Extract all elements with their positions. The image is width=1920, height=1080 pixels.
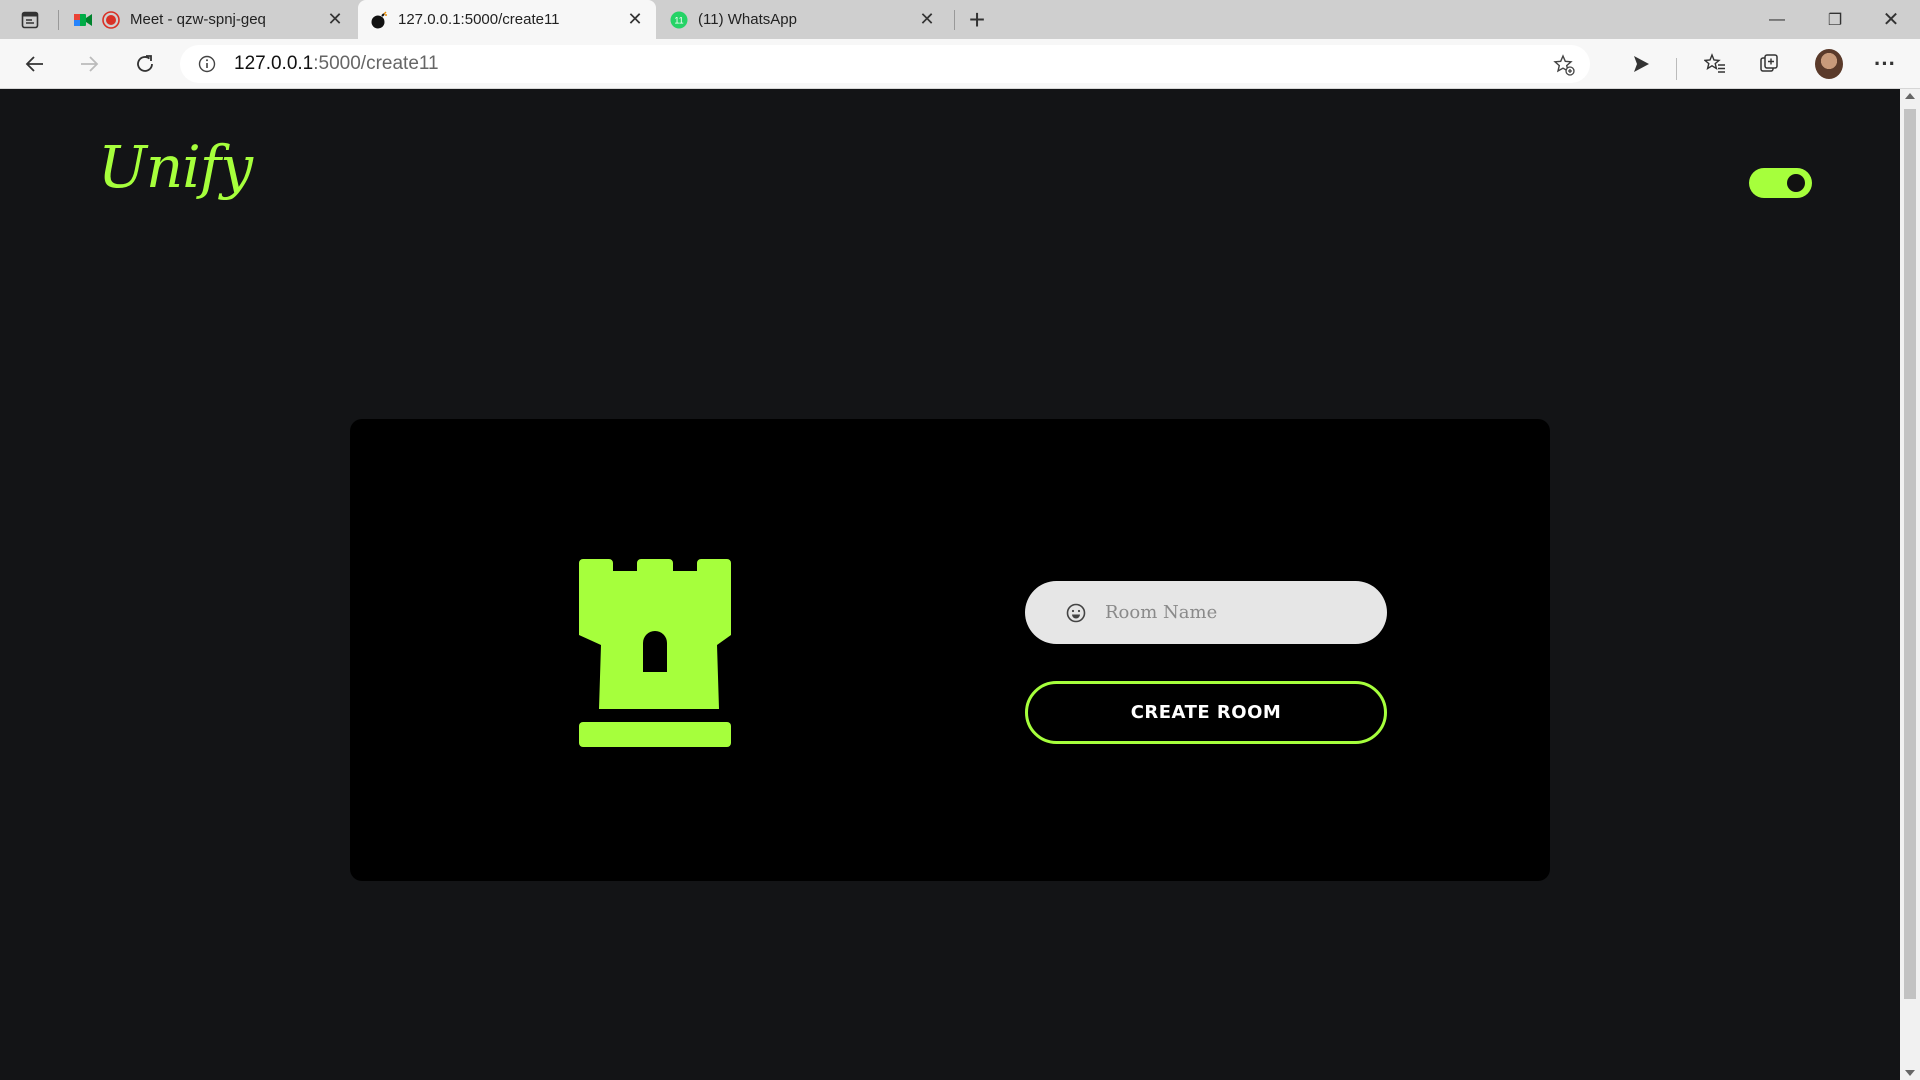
- tab-actions-icon[interactable]: [10, 7, 50, 33]
- tab-create-room[interactable]: 127.0.0.1:5000/create11 ✕: [358, 0, 656, 39]
- tab-meet[interactable]: Meet - qzw-spnj-geq ✕: [70, 0, 356, 39]
- add-favorite-icon[interactable]: [1552, 53, 1576, 77]
- send-icon[interactable]: [1624, 48, 1658, 80]
- back-icon[interactable]: [18, 48, 52, 80]
- info-icon[interactable]: [196, 53, 218, 75]
- url-host: 127.0.0.1: [234, 53, 314, 74]
- minimize-button[interactable]: —: [1748, 0, 1806, 39]
- tab-title: (11) WhatsApp: [698, 11, 797, 28]
- new-tab-button[interactable]: +: [962, 4, 992, 35]
- scroll-down-icon[interactable]: [1905, 1070, 1915, 1076]
- profile-avatar[interactable]: [1815, 49, 1843, 79]
- restore-button[interactable]: ❐: [1806, 0, 1864, 39]
- more-options-icon[interactable]: ···: [1868, 48, 1902, 80]
- vertical-scrollbar[interactable]: [1900, 89, 1920, 1080]
- scrollbar-thumb[interactable]: [1904, 109, 1916, 999]
- tab-separator: [954, 10, 955, 30]
- refresh-icon[interactable]: [128, 48, 162, 80]
- toolbar-separator: [1676, 58, 1677, 80]
- url-text: 127.0.0.1:5000/create11: [234, 53, 439, 75]
- rook-icon: [579, 559, 731, 747]
- smiley-icon: [1066, 603, 1086, 622]
- tab-close-icon[interactable]: ✕: [624, 9, 646, 31]
- url-path: :5000/create11: [313, 53, 439, 74]
- window-close-button[interactable]: ✕: [1862, 0, 1920, 39]
- tab-bar: Meet - qzw-spnj-geq ✕ 127.0.0.1:5000/cre…: [0, 0, 1920, 39]
- tab-separator: [58, 10, 59, 30]
- theme-toggle[interactable]: [1749, 168, 1812, 198]
- scroll-up-icon[interactable]: [1905, 93, 1915, 99]
- tab-title: Meet - qzw-spnj-geq: [130, 11, 266, 28]
- bomb-icon: [370, 11, 388, 29]
- create-room-button[interactable]: CREATE ROOM: [1025, 681, 1387, 744]
- tab-close-icon[interactable]: ✕: [324, 9, 346, 31]
- tab-whatsapp[interactable]: 11 (11) WhatsApp ✕: [660, 0, 948, 39]
- address-bar[interactable]: 127.0.0.1:5000/create11: [180, 45, 1590, 83]
- page-content: Unify CREATE ROOM: [0, 89, 1900, 1080]
- google-meet-icon: [74, 11, 92, 29]
- room-name-input[interactable]: [1105, 602, 1365, 623]
- create-room-card: CREATE ROOM: [350, 419, 1550, 881]
- room-name-field[interactable]: [1025, 581, 1387, 644]
- tab-title: 127.0.0.1:5000/create11: [398, 11, 560, 28]
- svg-text:11: 11: [674, 15, 683, 25]
- recording-icon: [102, 10, 120, 29]
- favorites-icon[interactable]: [1698, 48, 1732, 80]
- collections-icon[interactable]: [1752, 48, 1786, 80]
- toggle-knob: [1787, 174, 1805, 192]
- whatsapp-icon: 11: [670, 11, 688, 29]
- navigation-bar: 127.0.0.1:5000/create11 ···: [0, 39, 1920, 89]
- tab-close-icon[interactable]: ✕: [916, 9, 938, 31]
- app-logo[interactable]: Unify: [98, 133, 253, 201]
- forward-icon[interactable]: [72, 48, 106, 80]
